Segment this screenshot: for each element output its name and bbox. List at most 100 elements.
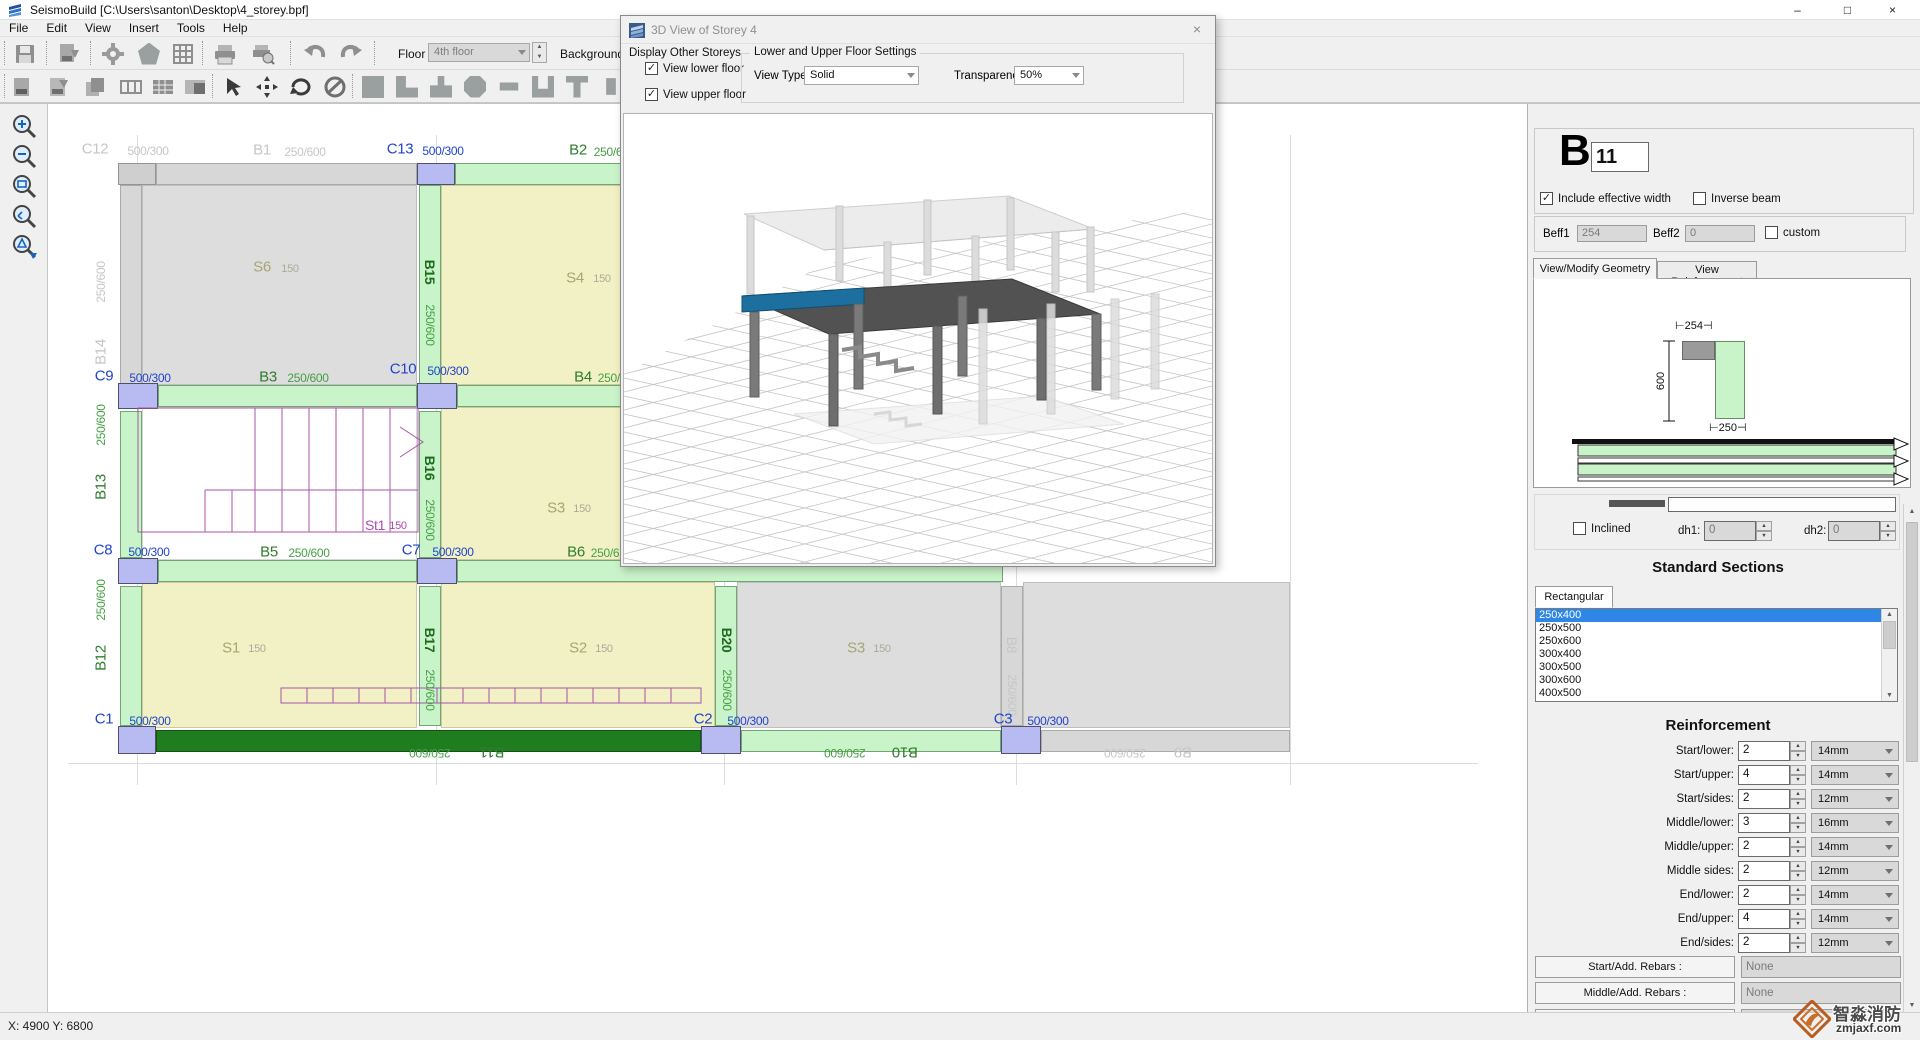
zoom-out-button[interactable] [7, 142, 41, 170]
beam-b1[interactable] [156, 163, 417, 185]
section-option-250x600[interactable]: 250x600 [1536, 635, 1881, 648]
solid-view-button[interactable] [132, 40, 166, 67]
select-tool-button[interactable] [218, 73, 248, 100]
middle-upper-size-select[interactable]: 14mm [1811, 837, 1899, 857]
end-upper-spin-buttons[interactable]: ▲▼ [1790, 909, 1806, 929]
settings-button[interactable] [96, 40, 130, 67]
section-option-250x400[interactable]: 250x400 [1536, 609, 1881, 622]
grid-button[interactable] [166, 40, 200, 67]
start-upper-size-select[interactable]: 14mm [1811, 765, 1899, 785]
beam-b12[interactable] [120, 586, 142, 726]
print-preview-button[interactable] [246, 40, 280, 67]
view-type-select[interactable]: Solid [804, 66, 919, 85]
dh2-spin-buttons[interactable]: ▲▼ [1880, 521, 1896, 541]
move-tool-button[interactable] [252, 73, 282, 100]
menu-edit[interactable]: Edit [37, 20, 76, 36]
slab-right-bg[interactable] [1023, 582, 1290, 728]
menu-tools[interactable]: Tools [168, 20, 214, 36]
scroll-up-icon[interactable]: ▲ [1904, 508, 1920, 515]
beff1-input[interactable]: 254 [1577, 225, 1647, 242]
column-c8[interactable] [118, 558, 158, 584]
include-effective-width-checkbox[interactable]: ✓ Include effective width [1540, 192, 1671, 205]
panel-scrollbar[interactable]: ▲ ▼ [1903, 504, 1920, 1012]
section-option-300x600[interactable]: 300x600 [1536, 674, 1881, 687]
transparency-select[interactable]: 50% [1014, 66, 1084, 85]
redo-button[interactable] [334, 40, 368, 67]
column-c1[interactable] [118, 726, 156, 754]
column-c3[interactable] [1001, 726, 1041, 754]
print-button[interactable] [208, 40, 242, 67]
dialog-title-bar[interactable]: 3D View of Storey 4 × [621, 16, 1215, 44]
dialog-close-icon[interactable]: × [1187, 21, 1207, 37]
start-lower-spin-buttons[interactable]: ▲▼ [1790, 741, 1806, 761]
section-option-400x500[interactable]: 400x500 [1536, 687, 1881, 700]
table-tool-button[interactable] [180, 73, 210, 100]
column-c7[interactable] [417, 558, 457, 584]
shape-tee-up-button[interactable] [426, 73, 456, 100]
beam-b9[interactable] [1041, 730, 1290, 752]
slab-s6[interactable] [142, 185, 417, 385]
beam-b5[interactable] [158, 560, 417, 582]
dh1-spin-buttons[interactable]: ▲▼ [1756, 521, 1772, 541]
beam-b15[interactable] [419, 185, 441, 385]
inverse-beam-checkbox[interactable]: Inverse beam [1693, 192, 1781, 205]
panel-scroll-thumb[interactable] [1906, 522, 1918, 762]
view-lower-floor-checkbox[interactable]: ✓ View lower floor [645, 62, 744, 75]
middle-lower-size-select[interactable]: 16mm [1811, 813, 1899, 833]
sections-scroll-thumb[interactable] [1883, 621, 1896, 649]
grid-dense-button[interactable] [148, 73, 178, 100]
shape-l-button[interactable] [392, 73, 422, 100]
zoom-extents-button[interactable] [7, 232, 41, 260]
section-option-250x500[interactable]: 250x500 [1536, 622, 1881, 635]
column-c12[interactable] [118, 163, 156, 185]
section-option-300x400[interactable]: 300x400 [1536, 648, 1881, 661]
tab-view-reinforcement[interactable]: View Reinforcement [1657, 261, 1757, 279]
end-lower-size-select[interactable]: 14mm [1811, 885, 1899, 905]
start-add-rebars-value[interactable]: None [1741, 956, 1901, 978]
zoom-window-button[interactable] [7, 172, 41, 200]
copy-floor-button[interactable] [80, 73, 110, 100]
inclined-checkbox[interactable]: Inclined [1573, 522, 1631, 535]
column-c2[interactable] [701, 726, 741, 754]
end-sides-spin-buttons[interactable]: ▲▼ [1790, 933, 1806, 953]
sections-listbox[interactable]: 250x400250x500250x600300x400300x500300x6… [1535, 608, 1898, 702]
zoom-in-button[interactable] [7, 112, 41, 140]
middle-lower-spin-buttons[interactable]: ▲▼ [1790, 813, 1806, 833]
slab-s1[interactable] [142, 582, 417, 728]
slab-s3-bg[interactable] [737, 582, 1001, 728]
scroll-down-icon[interactable]: ▼ [1882, 692, 1897, 699]
end-upper-size-select[interactable]: 14mm [1811, 909, 1899, 929]
end-lower-spin-buttons[interactable]: ▲▼ [1790, 885, 1806, 905]
scroll-up-icon[interactable]: ▲ [1882, 611, 1897, 618]
section-option-300x500[interactable]: 300x500 [1536, 661, 1881, 674]
sections-scrollbar[interactable]: ▲ ▼ [1881, 609, 1897, 701]
column-c13[interactable] [417, 163, 455, 185]
shape-bar-button[interactable] [494, 73, 524, 100]
save-button[interactable] [8, 40, 42, 67]
delete-tool-button[interactable] [320, 73, 350, 100]
middle-upper-spin-buttons[interactable]: ▲▼ [1790, 837, 1806, 857]
menu-insert[interactable]: Insert [120, 20, 168, 36]
start-add-rebars-button[interactable]: Start/Add. Rebars : [1535, 956, 1735, 978]
tab-rectangular[interactable]: Rectangular [1535, 586, 1613, 608]
menu-file[interactable]: File [0, 20, 37, 36]
end-sides-size-select[interactable]: 12mm [1811, 933, 1899, 953]
beam-b14[interactable] [120, 185, 142, 385]
dwg-export-button[interactable] [44, 73, 74, 100]
start-sides-size-select[interactable]: 12mm [1811, 789, 1899, 809]
undo-button[interactable] [298, 40, 332, 67]
beam-number-input[interactable]: 11 [1591, 142, 1649, 172]
menu-help[interactable]: Help [214, 20, 257, 36]
shape-u-button[interactable] [528, 73, 558, 100]
start-upper-spin-buttons[interactable]: ▲▼ [1790, 765, 1806, 785]
dwg-tool-button[interactable] [8, 73, 38, 100]
import-dwg-button[interactable] [52, 40, 86, 67]
maximize-button[interactable]: □ [1825, 0, 1870, 20]
start-lower-size-select[interactable]: 14mm [1811, 741, 1899, 761]
minimize-button[interactable]: – [1775, 0, 1820, 20]
tab-view-modify-geometry[interactable]: View/Modify Geometry [1533, 258, 1657, 279]
close-button[interactable]: × [1870, 0, 1915, 20]
beff2-input[interactable]: 0 [1685, 225, 1755, 242]
beam-b3[interactable] [158, 385, 417, 407]
shape-square-button[interactable] [358, 73, 388, 100]
